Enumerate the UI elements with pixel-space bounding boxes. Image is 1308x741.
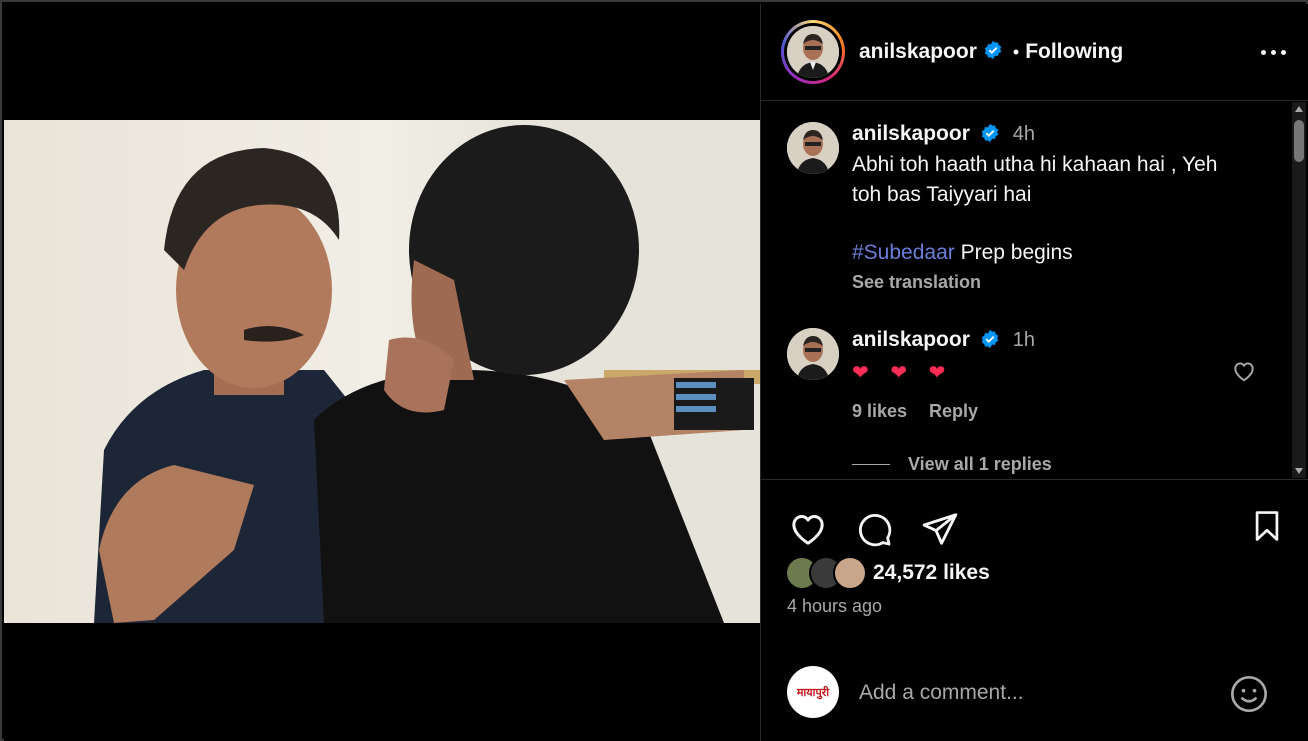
hashtag-link[interactable]: #Subedaar [852, 241, 955, 264]
current-user-avatar: मायापुरी [787, 666, 839, 718]
view-replies-label: View all 1 replies [908, 454, 1052, 474]
comment-likes[interactable]: 9 likes [852, 401, 907, 421]
comment-text: ❤ ❤ ❤ [852, 362, 954, 385]
post-media [4, 4, 760, 741]
author-avatar[interactable] [787, 26, 839, 78]
bookmark-icon[interactable] [1247, 506, 1287, 546]
more-options-icon[interactable] [1258, 40, 1288, 64]
comment-item: anilskapoor 1h ❤ ❤ ❤ 9 likes Reply [787, 328, 1267, 422]
likes-count[interactable]: 24,572 likes [873, 561, 990, 585]
comments-scrollbar[interactable] [1292, 102, 1306, 478]
liker-avatar [833, 556, 867, 590]
verified-badge-icon [983, 40, 1003, 65]
add-comment-input[interactable] [859, 678, 1219, 708]
send-icon[interactable] [917, 506, 963, 552]
view-replies-button[interactable]: View all 1 replies [852, 454, 1052, 475]
story-ring[interactable] [781, 20, 845, 84]
caption-tail: Prep begins [954, 241, 1073, 265]
replies-divider [852, 464, 890, 465]
comment-composer: मायापुरी [761, 665, 1308, 741]
avatar-logo-text: मायापुरी [796, 686, 830, 699]
caption-line-1: Abhi toh haath utha hi kahaan hai , Yeh [852, 153, 1218, 177]
caption-comment: anilskapoor 4h Abhi toh haath utha hi ka… [787, 122, 1267, 293]
photo-illustration [4, 120, 760, 623]
following-button[interactable]: Following [1025, 40, 1123, 64]
heart-icon[interactable] [785, 506, 831, 552]
caption-avatar[interactable] [787, 122, 839, 174]
comment-like-icon[interactable] [1231, 358, 1257, 389]
scroll-down-arrow[interactable] [1295, 468, 1303, 474]
comment-icon[interactable] [851, 506, 897, 552]
post-actions: 24,572 likes 4 hours ago [761, 479, 1308, 665]
post-timestamp[interactable]: 4 hours ago [787, 596, 882, 617]
scroll-up-arrow[interactable] [1295, 106, 1303, 112]
caption-time[interactable]: 4h [1013, 123, 1035, 145]
comment-avatar[interactable] [787, 328, 839, 380]
caption-text: Abhi toh haath utha hi kahaan hai , Yeh … [852, 150, 1267, 268]
author-username[interactable]: anilskapoor [859, 40, 977, 64]
comment-time[interactable]: 1h [1013, 329, 1035, 351]
post-photo[interactable] [4, 120, 760, 623]
post-header: anilskapoor • Following [761, 4, 1308, 101]
post-dialog: anilskapoor • Following anilskapoor 4h A… [0, 0, 1308, 741]
scrollbar-thumb[interactable] [1294, 120, 1304, 162]
likes-row: 24,572 likes [785, 556, 990, 590]
separator-dot: • [1012, 41, 1020, 62]
post-side-panel: anilskapoor • Following anilskapoor 4h A… [760, 4, 1308, 741]
caption-username[interactable]: anilskapoor [852, 122, 970, 145]
verified-badge-icon [980, 123, 1000, 148]
see-translation-link[interactable]: See translation [852, 272, 1267, 293]
liker-avatars[interactable] [785, 556, 871, 590]
emoji-icon[interactable] [1229, 674, 1269, 714]
verified-badge-icon [980, 329, 1000, 354]
caption-line-2: toh bas Taiyyari hai [852, 183, 1032, 207]
comment-username[interactable]: anilskapoor [852, 328, 970, 351]
reply-button[interactable]: Reply [929, 401, 978, 421]
comments-list[interactable]: anilskapoor 4h Abhi toh haath utha hi ka… [761, 102, 1308, 478]
comment-meta: 9 likes Reply [852, 401, 1267, 422]
